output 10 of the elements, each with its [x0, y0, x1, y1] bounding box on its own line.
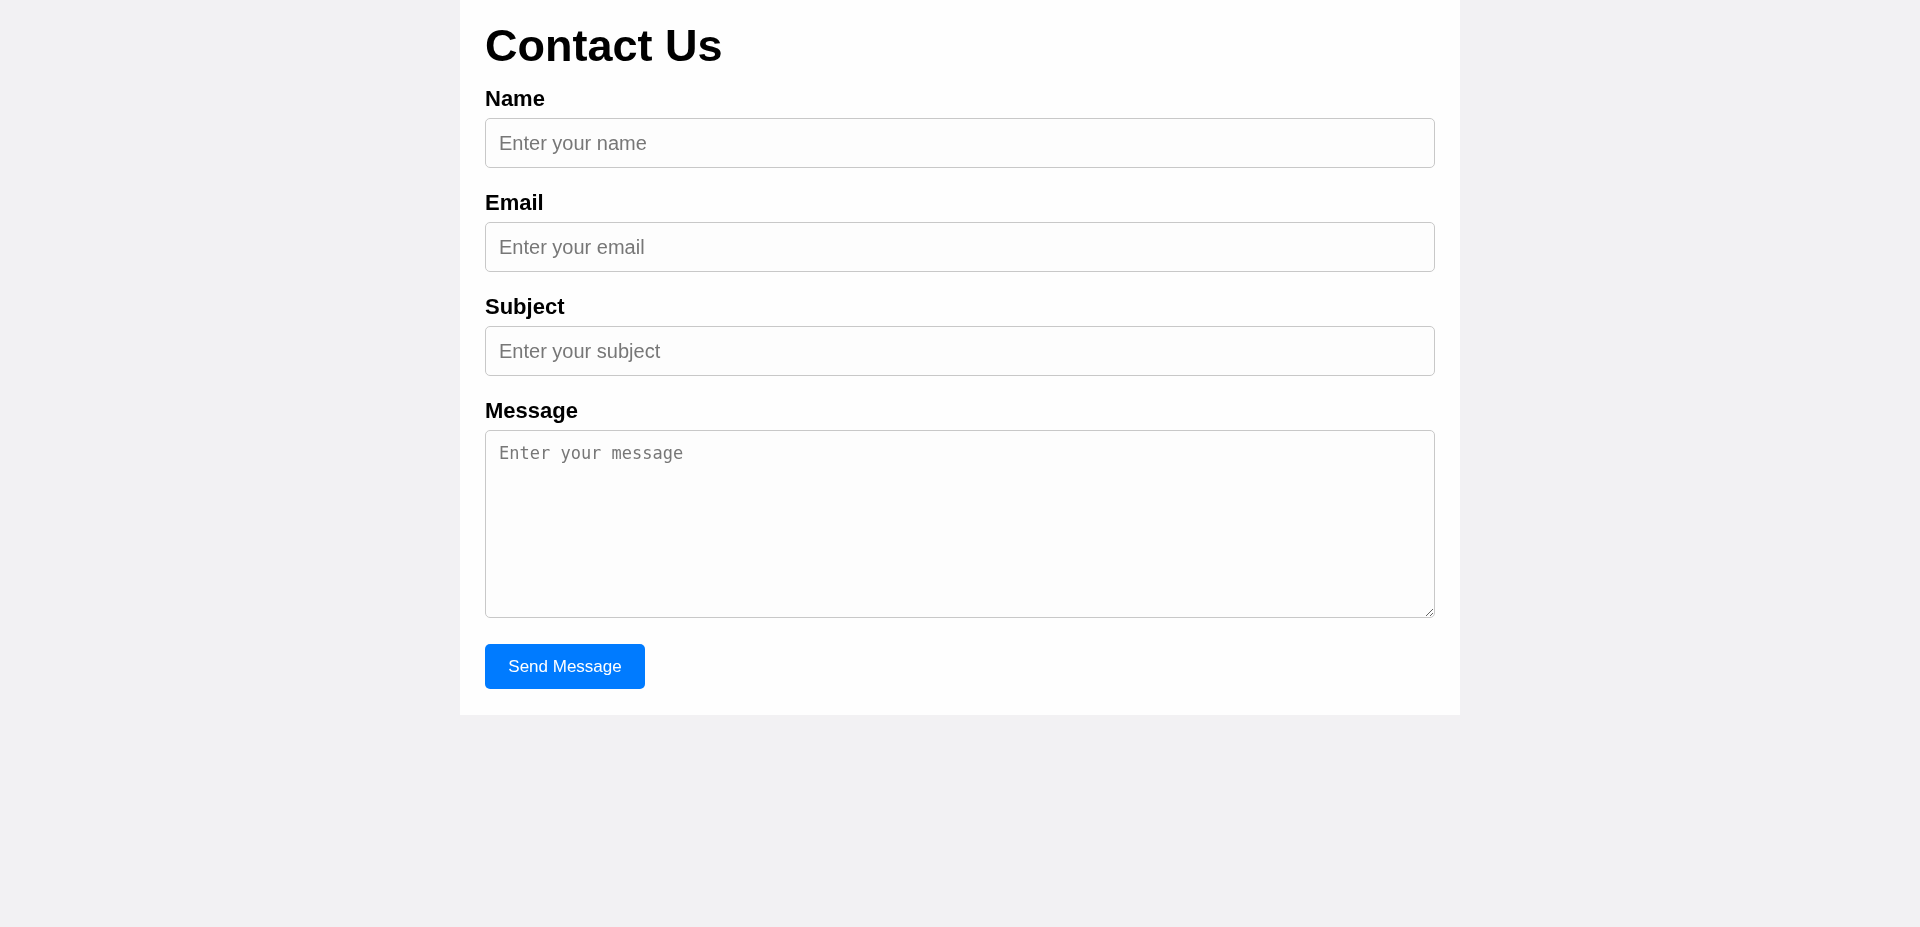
- field-label: Name: [485, 86, 545, 112]
- input-field[interactable]: Enter your name: [485, 118, 1435, 168]
- field-label: Subject: [485, 294, 565, 320]
- page-title: Contact Us: [485, 20, 723, 72]
- input-field[interactable]: Enter your email: [485, 222, 1435, 272]
- field-label: Message: [485, 398, 578, 424]
- message-field[interactable]: Enter your message: [485, 430, 1435, 618]
- send-button[interactable]: Send Message: [485, 644, 645, 689]
- input-field[interactable]: Enter your subject: [485, 326, 1435, 376]
- field-label: Email: [485, 190, 544, 216]
